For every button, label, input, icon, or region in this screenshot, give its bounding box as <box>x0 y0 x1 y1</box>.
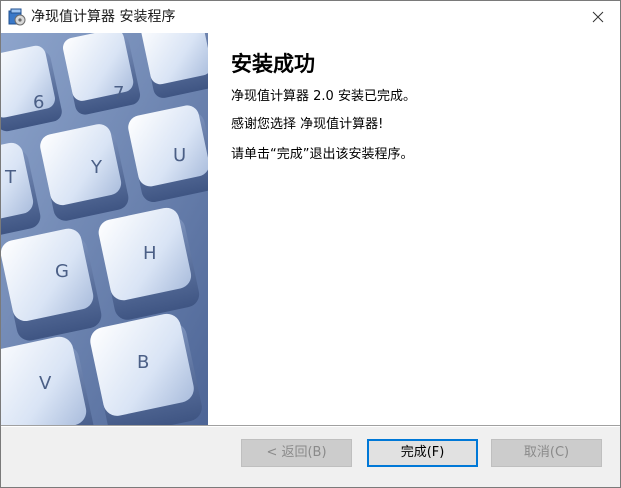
key-label: 7 <box>113 83 124 104</box>
instruction-message: 请单击“完成”退出该安装程序。 <box>231 147 414 162</box>
key-label: T <box>4 167 17 188</box>
installer-window: 净现值计算器 安装程序 6 7 T Y U G H V B 安装成功 净现值计算… <box>0 0 621 488</box>
completion-message: 净现值计算器 2.0 安装已完成。 <box>231 89 416 104</box>
key-label: H <box>143 243 157 264</box>
cancel-button[interactable]: 取消(C) <box>491 439 602 467</box>
keyboard-banner-image: 6 7 T Y U G H V B <box>1 33 208 425</box>
thanks-message: 感谢您选择 净现值计算器! <box>231 117 384 132</box>
page-title: 安装成功 <box>231 51 315 76</box>
key-label: G <box>55 261 69 282</box>
key-label: V <box>39 373 52 394</box>
back-button[interactable]: < 返回(B) <box>241 439 352 467</box>
key-label: B <box>137 352 149 373</box>
key-label: U <box>173 145 186 166</box>
content-panel: 安装成功 净现值计算器 2.0 安装已完成。 感谢您选择 净现值计算器! 请单击… <box>208 33 620 425</box>
title-bar: 净现值计算器 安装程序 <box>1 1 620 33</box>
close-button[interactable] <box>576 1 620 33</box>
key-label: 6 <box>33 92 44 113</box>
window-title: 净现值计算器 安装程序 <box>31 9 176 25</box>
installer-icon <box>8 8 26 26</box>
key-label: Y <box>90 157 103 178</box>
keyboard-illustration: 6 7 T Y U G H V B <box>1 33 208 425</box>
close-icon <box>592 11 604 23</box>
finish-button[interactable]: 完成(F) <box>367 439 478 467</box>
